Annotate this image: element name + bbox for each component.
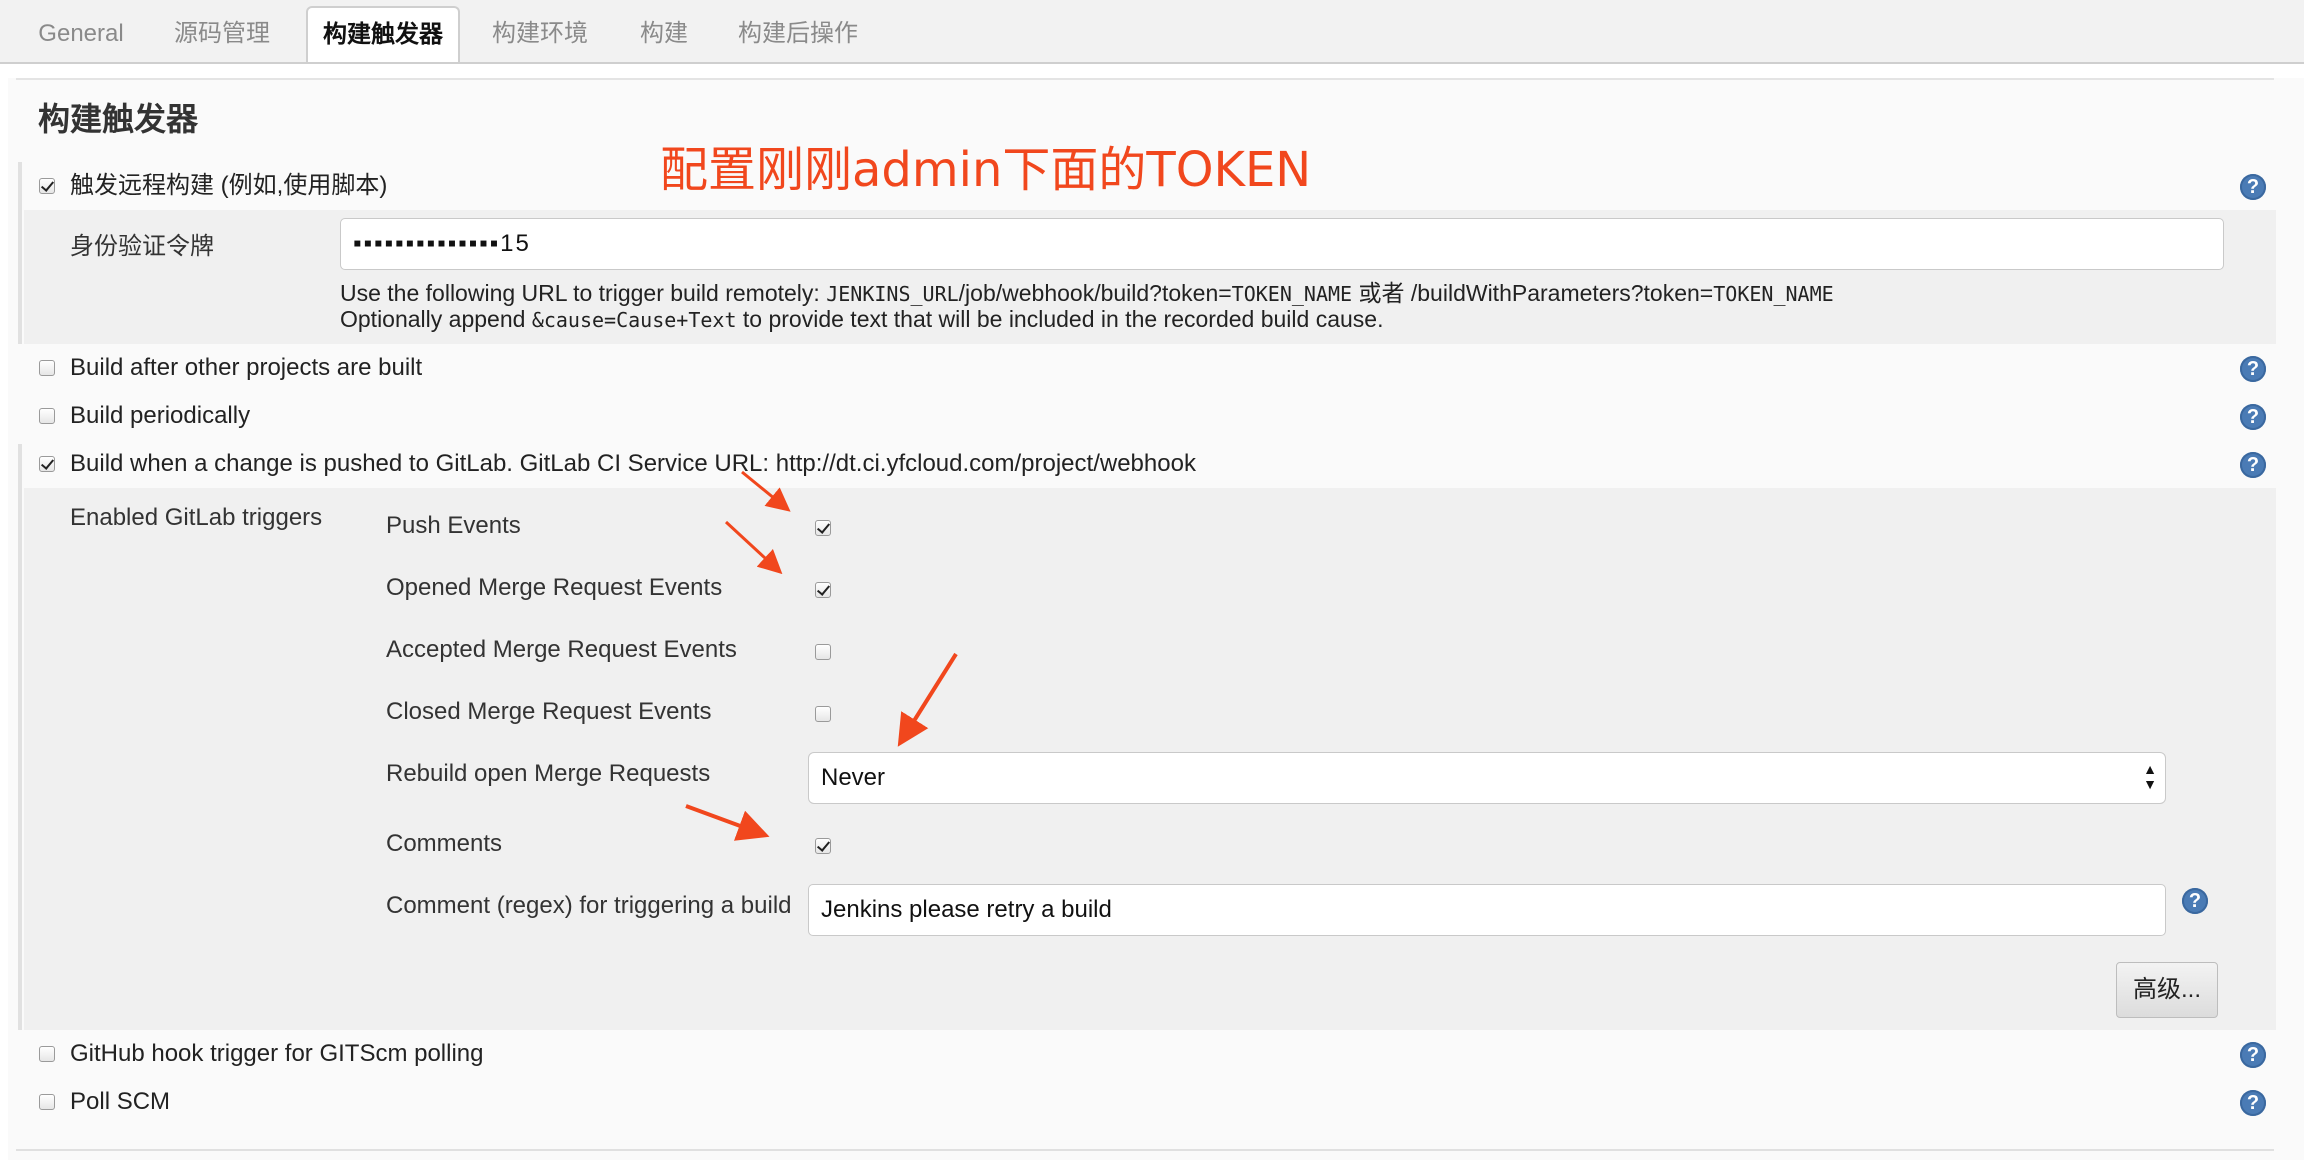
- annotation-arrows: [685, 470, 958, 841]
- arrow-icon: [897, 652, 958, 747]
- arrow-icon: [741, 470, 791, 512]
- arrow-icon: [724, 520, 783, 575]
- arrow-icon: [685, 804, 770, 841]
